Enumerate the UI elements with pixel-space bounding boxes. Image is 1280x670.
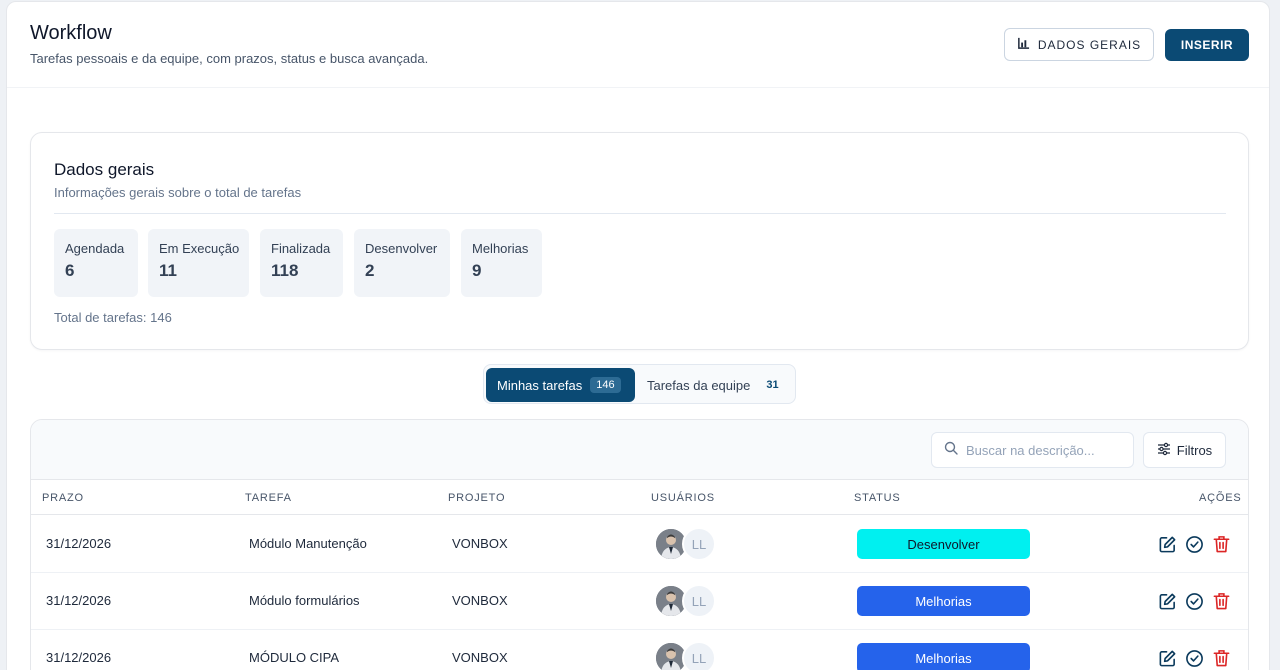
stat-desenvolver: Desenvolver 2: [354, 229, 450, 297]
stat-value: 11: [159, 261, 177, 280]
edit-icon[interactable]: [1158, 533, 1177, 555]
status-badge: Desenvolver: [857, 529, 1030, 559]
sliders-icon: [1157, 442, 1171, 459]
table-row[interactable]: 31/12/2026 Módulo formulários VONBOX LL …: [31, 573, 1248, 630]
cell-prazo: 31/12/2026: [46, 536, 112, 551]
dados-gerais-label: DADOS GERAIS: [1037, 37, 1142, 52]
tasks-table: Filtros PRAZO TAREFA PROJETO USUÁRIOS ST…: [30, 419, 1249, 670]
cell-projeto: VONBOX: [452, 593, 508, 608]
avatar-initials[interactable]: LL: [682, 641, 716, 670]
cell-prazo: 31/12/2026: [46, 650, 112, 665]
task-tabs: Minhas tarefas 146 Tarefas da equipe 31: [483, 364, 796, 404]
tab-count-badge: 146: [590, 377, 621, 393]
stat-label: Em Execução: [159, 241, 240, 256]
bar-chart-icon: [1017, 37, 1030, 53]
table-row[interactable]: 31/12/2026 Módulo Manutenção VONBOX LL D…: [31, 516, 1248, 573]
avatar-initials[interactable]: LL: [682, 527, 716, 561]
dados-gerais-button[interactable]: DADOS GERAIS: [1004, 28, 1154, 61]
table-toolbar: Filtros: [31, 420, 1248, 480]
row-actions: [1158, 647, 1231, 669]
trash-icon[interactable]: [1212, 647, 1231, 669]
row-actions: [1158, 533, 1231, 555]
tab-count-badge: 31: [766, 379, 779, 391]
tab-tarefas-da-equipe[interactable]: Tarefas da equipe 31: [647, 368, 783, 402]
column-header-status[interactable]: STATUS: [854, 492, 901, 504]
stat-value: 118: [271, 261, 299, 280]
search-box: [931, 432, 1134, 468]
stat-label: Agendada: [65, 241, 125, 256]
search-icon: [944, 441, 958, 460]
edit-icon[interactable]: [1158, 590, 1177, 612]
status-badge: Melhorias: [857, 643, 1030, 670]
trash-icon[interactable]: [1212, 590, 1231, 612]
cell-projeto: VONBOX: [452, 650, 508, 665]
stat-finalizada: Finalizada 118: [260, 229, 343, 297]
table-header: PRAZO TAREFA PROJETO USUÁRIOS STATUS AÇÕ…: [31, 480, 1248, 515]
stat-em-execucao: Em Execução 11: [148, 229, 249, 297]
filters-button[interactable]: Filtros: [1143, 432, 1226, 468]
check-circle-icon[interactable]: [1185, 590, 1204, 612]
app-window: Workflow Tarefas pessoais e da equipe, c…: [6, 1, 1270, 670]
stat-agendada: Agendada 6: [54, 229, 138, 297]
divider: [54, 213, 1226, 214]
edit-icon[interactable]: [1158, 647, 1177, 669]
stat-melhorias: Melhorias 9: [461, 229, 542, 297]
search-input[interactable]: [966, 442, 1126, 458]
users-avatars: LL: [654, 584, 724, 618]
stat-label: Finalizada: [271, 241, 331, 256]
page-subtitle: Tarefas pessoais e da equipe, com prazos…: [30, 51, 429, 66]
check-circle-icon[interactable]: [1185, 647, 1204, 669]
inserir-button[interactable]: INSERIR: [1165, 29, 1249, 61]
summary-title: Dados gerais: [54, 160, 155, 179]
cell-tarefa: Módulo Manutenção: [249, 536, 367, 551]
avatar-initials[interactable]: LL: [682, 584, 716, 618]
tab-label: Minhas tarefas: [497, 377, 583, 393]
cell-prazo: 31/12/2026: [46, 593, 112, 608]
stat-value: 6: [65, 261, 75, 280]
trash-icon[interactable]: [1212, 533, 1231, 555]
summary-subtitle: Informações gerais sobre o total de tare…: [54, 185, 302, 200]
filters-label: Filtros: [1176, 442, 1213, 458]
stat-label: Melhorias: [472, 241, 529, 256]
total-tarefas: Total de tarefas: 146: [54, 310, 172, 325]
users-avatars: LL: [654, 641, 724, 670]
column-header-projeto[interactable]: PROJETO: [448, 492, 505, 504]
column-header-usuarios[interactable]: USUÁRIOS: [651, 492, 715, 504]
page-header: Workflow Tarefas pessoais e da equipe, c…: [7, 2, 1269, 88]
summary-card: Dados gerais Informações gerais sobre o …: [30, 132, 1249, 350]
cell-tarefa: MÓDULO CIPA: [249, 650, 340, 665]
row-actions: [1158, 590, 1231, 612]
tab-minhas-tarefas[interactable]: Minhas tarefas 146: [486, 368, 635, 402]
table-row[interactable]: 31/12/2026 MÓDULO CIPA VONBOX LL Melhori…: [31, 630, 1248, 670]
column-header-prazo[interactable]: PRAZO: [42, 492, 84, 504]
cell-tarefa: Módulo formulários: [249, 593, 360, 608]
status-badge: Melhorias: [857, 586, 1030, 616]
stat-value: 2: [365, 261, 375, 280]
page-title: Workflow: [30, 22, 112, 44]
users-avatars: LL: [654, 527, 724, 561]
tab-label: Tarefas da equipe: [647, 377, 751, 393]
column-header-tarefa[interactable]: TAREFA: [245, 492, 292, 504]
check-circle-icon[interactable]: [1185, 533, 1204, 555]
stat-label: Desenvolver: [365, 241, 438, 256]
cell-projeto: VONBOX: [452, 536, 508, 551]
stat-value: 9: [472, 261, 482, 280]
column-header-acoes: AÇÕES: [1199, 492, 1242, 504]
